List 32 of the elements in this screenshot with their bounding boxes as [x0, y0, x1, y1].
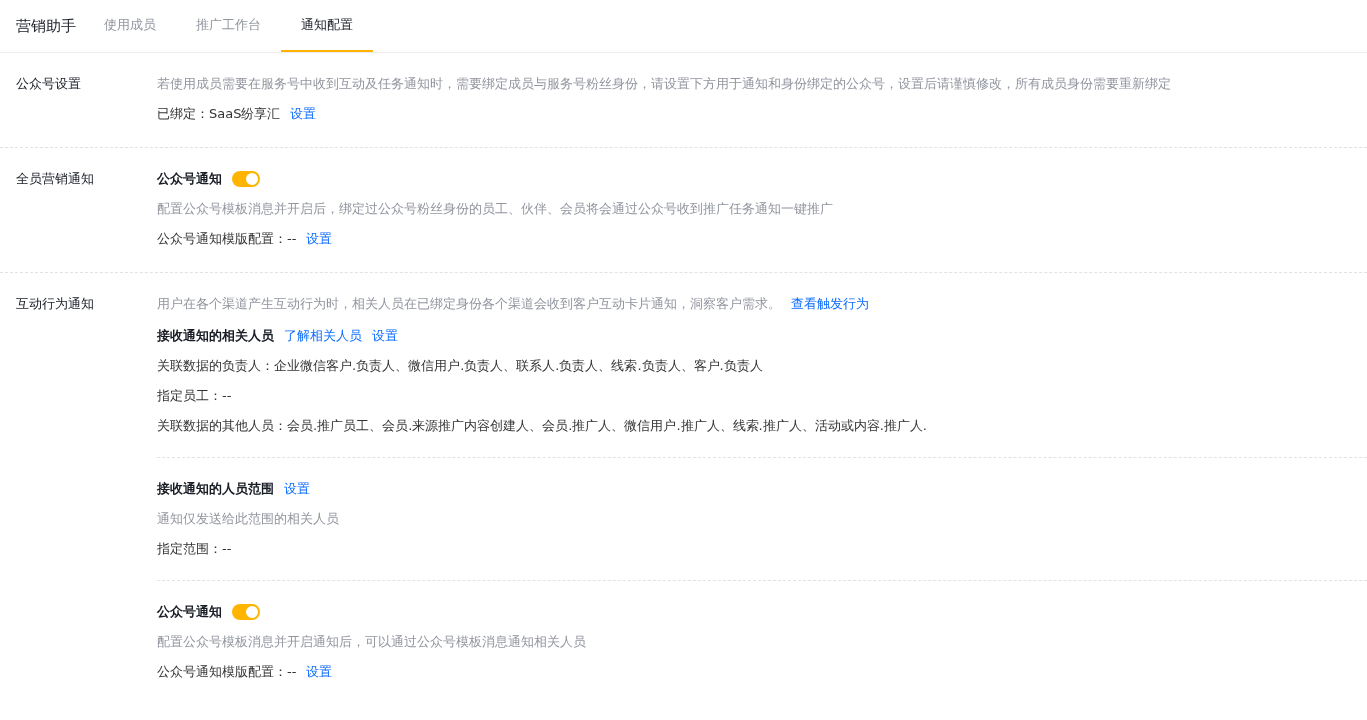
link[interactable]: 设置 [306, 230, 333, 248]
link[interactable]: 设置 [284, 480, 310, 498]
tab[interactable]: 推广工作台 [176, 0, 281, 52]
tab[interactable]: 使用成员 [84, 0, 176, 52]
block-title: 公众号通知 [157, 170, 222, 188]
link[interactable]: 设置 [306, 663, 333, 681]
block-title: 公众号通知 [157, 603, 222, 621]
link[interactable]: 了解相关人员 [284, 327, 362, 345]
block-title: 接收通知的相关人员 [157, 327, 274, 345]
section-label: 公众号设置 [16, 75, 82, 93]
toggle-switch[interactable] [232, 604, 260, 620]
description-text: 通知仅发送给此范围的相关人员 [157, 510, 339, 528]
description-text: 配置公众号模板消息并开启通知后，可以通过公众号模板消息通知相关人员 [157, 633, 586, 651]
description-text: 用户在各个渠道产生互动行为时，相关人员在已绑定身份各个渠道会收到客户互动卡片通知，洞察客户需求。 [157, 295, 781, 313]
link[interactable]: 设置 [290, 105, 317, 123]
field-text: 指定员工：-- [157, 387, 232, 405]
app-title: 营销助手 [16, 16, 76, 36]
link[interactable]: 查看触发行为 [791, 295, 869, 313]
description-text: 若使用成员需要在服务号中收到互动及任务通知时，需要绑定成员与服务号粉丝身份，请设置下方用于通知和身份绑定的公众号，设置后请谨慎修改，所有成员身份需要重新绑定 [157, 75, 1171, 93]
field-text: 公众号通知模版配置：-- [157, 663, 297, 681]
field-text: 公众号通知模版配置：-- [157, 230, 297, 248]
link[interactable]: 设置 [372, 327, 398, 345]
description-text: 配置公众号模板消息并开启后，绑定过公众号粉丝身份的员工、伙伴、会员将会通过公众号收到推广任务通知一键推广 [157, 200, 833, 218]
section-label: 互动行为通知 [16, 295, 95, 313]
field-text: 已绑定：SaaS纷享汇 [157, 105, 281, 123]
field-text: 关联数据的负责人：企业微信客户.负责人、微信用户.负责人、联系人.负责人、线索.负责人、客户.负责人 [157, 357, 763, 375]
toggle-switch[interactable] [232, 171, 260, 187]
field-text: 指定范围：-- [157, 540, 232, 558]
tab[interactable]: 通知配置 [281, 0, 373, 52]
block-title: 接收通知的人员范围 [157, 480, 274, 498]
section-label: 全员营销通知 [16, 170, 95, 188]
field-text: 关联数据的其他人员：会员.推广员工、会员.来源推广内容创建人、会员.推广人、微信用户.推广人、线索.推广人、活动或内容.推广人. [157, 417, 927, 435]
